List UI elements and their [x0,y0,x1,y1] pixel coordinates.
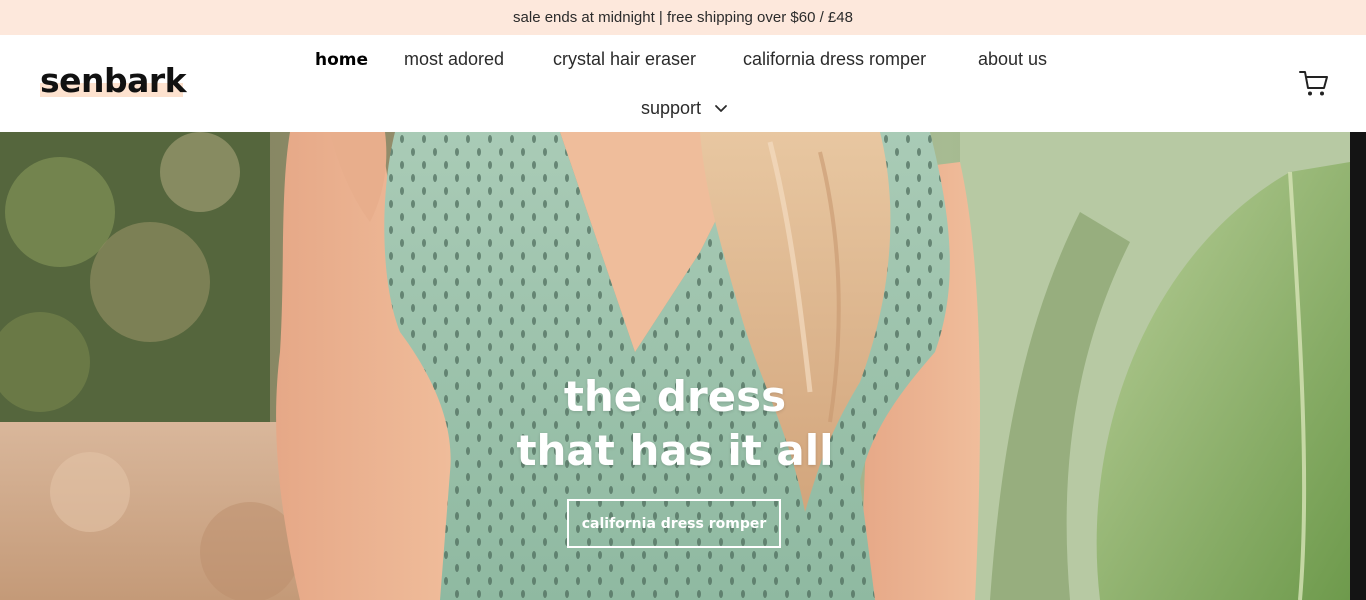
chevron-down-icon[interactable] [714,102,728,116]
hero-banner: the dress that has it all california dre… [0,132,1350,600]
nav-home[interactable]: home [315,49,368,71]
nav-support[interactable]: support [641,97,701,119]
nav-crystal-hair-eraser[interactable]: crystal hair eraser [553,48,696,70]
nav-california-dress-romper[interactable]: california dress romper [743,48,926,70]
site-header: senbark home most adored crystal hair er… [0,35,1366,132]
site-logo[interactable]: senbark [40,61,187,101]
nav-about-us[interactable]: about us [978,48,1047,70]
hero-title: the dress that has it all [475,370,875,478]
hero-title-line1: the dress [563,372,787,421]
cart-icon[interactable] [1298,68,1330,98]
scrollbar[interactable] [1350,132,1366,600]
announcement-text: sale ends at midnight | free shipping ov… [513,9,853,26]
hero-title-line2: that has it all [516,426,834,475]
hero-cta-button[interactable]: california dress romper [567,499,781,548]
announcement-bar: sale ends at midnight | free shipping ov… [0,0,1366,35]
nav-most-adored[interactable]: most adored [404,48,504,70]
